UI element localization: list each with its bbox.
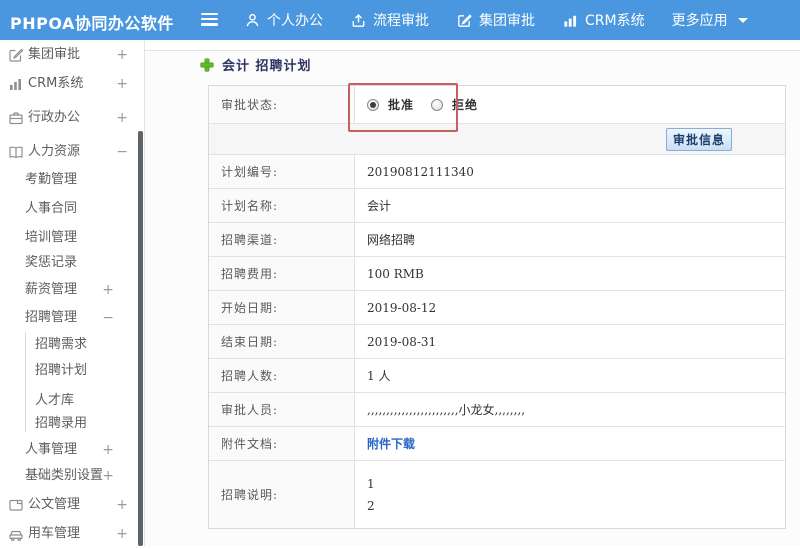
approval-radio-group: 批准 拒绝: [367, 96, 486, 113]
detail-table: 审批状态: 批准 拒绝 审批信息 计划编号: 20190812111340 计划…: [208, 85, 786, 529]
user-icon: [244, 12, 261, 29]
edit-icon: [8, 47, 24, 63]
expand-toggle[interactable]: +: [102, 280, 114, 300]
field-label: 开始日期:: [209, 291, 355, 324]
table-row: 招聘说明: 1 2: [209, 460, 785, 528]
main-content: 会计 招聘计划 审批状态: 批准 拒绝 审批信息 计划编号: 201908121…: [145, 40, 800, 546]
page-title: 会计 招聘计划: [222, 59, 312, 74]
expand-toggle[interactable]: +: [116, 495, 128, 515]
caret-down-icon: [737, 17, 748, 23]
plus-icon: [200, 57, 214, 72]
table-row: 附件文档: 附件下载: [209, 426, 785, 460]
expand-toggle[interactable]: +: [116, 74, 128, 94]
expand-toggle[interactable]: +: [102, 440, 114, 460]
sidebar-item-rewards[interactable]: 奖惩记录: [0, 253, 144, 273]
app-logo: PHPOA协同办公软件: [10, 14, 174, 33]
briefcase-icon: [8, 110, 24, 126]
field-label: 审批人员:: [209, 393, 355, 426]
field-label: 计划编号:: [209, 155, 355, 188]
page-title-row: 会计 招聘计划: [200, 55, 312, 74]
field-label: 招聘渠道:: [209, 223, 355, 256]
field-value: ,,,,,,,,,,,,,,,,,,,,,,,,小龙女,,,,,,,,: [367, 403, 526, 417]
nav-workflow-approval[interactable]: 流程审批: [350, 10, 429, 30]
flow-icon: [350, 12, 367, 29]
field-value: 100 RMB: [367, 266, 424, 281]
approval-info-button[interactable]: 审批信息: [666, 127, 732, 151]
field-label: 审批状态:: [209, 86, 355, 123]
sidebar-item-recruit-need[interactable]: 招聘需求: [0, 335, 144, 355]
radio-reject[interactable]: [431, 98, 444, 111]
table-row: 计划名称: 会计: [209, 188, 785, 222]
sidebar-item-documents[interactable]: 公文管理 +: [0, 495, 144, 515]
sidebar-item-recruit-hire[interactable]: 招聘录用: [0, 414, 144, 434]
field-value: 会计: [367, 199, 392, 213]
sidebar-item-hr-contract[interactable]: 人事合同: [0, 199, 144, 219]
sidebar-item-human-resources[interactable]: 人力资源 −: [0, 142, 144, 162]
chart-icon: [562, 12, 579, 29]
nav-group-approval[interactable]: 集团审批: [456, 10, 535, 30]
button-row: 审批信息: [209, 123, 785, 154]
sidebar-item-base-category[interactable]: 基础类别设置 +: [0, 466, 144, 486]
field-label: 招聘人数:: [209, 359, 355, 392]
table-row: 结束日期: 2019-08-31: [209, 324, 785, 358]
expand-toggle[interactable]: +: [116, 45, 128, 65]
status-row: 审批状态: 批准 拒绝: [209, 86, 785, 123]
field-label: 附件文档:: [209, 427, 355, 460]
top-nav: 个人办公 流程审批 集团审批 CRM系统 更多应用: [244, 0, 748, 40]
table-row: 招聘人数: 1 人: [209, 358, 785, 392]
attachment-download-link[interactable]: 附件下载: [367, 435, 415, 452]
sidebar-item-crm[interactable]: CRM系统 +: [0, 74, 144, 94]
expand-toggle[interactable]: +: [102, 466, 114, 486]
sidebar-item-recruit-mgmt[interactable]: 招聘管理 −: [0, 308, 144, 328]
table-row: 招聘渠道: 网络招聘: [209, 222, 785, 256]
sidebar-item-attendance[interactable]: 考勤管理: [0, 170, 144, 190]
chart-icon: [8, 76, 24, 92]
field-value: 1 2: [367, 477, 375, 513]
radio-approve[interactable]: [367, 98, 379, 111]
field-value: 2019-08-31: [367, 334, 437, 349]
field-label: 招聘说明:: [209, 461, 355, 528]
expand-toggle[interactable]: +: [116, 524, 128, 544]
top-bar: PHPOA协同办公软件 个人办公 流程审批 集团审批 CRM系统 更多应用: [0, 0, 800, 40]
field-label: 计划名称:: [209, 189, 355, 222]
table-row: 计划编号: 20190812111340: [209, 154, 785, 188]
nav-crm-system[interactable]: CRM系统: [562, 10, 645, 30]
nav-personal-office[interactable]: 个人办公: [244, 10, 323, 30]
nav-more-apps[interactable]: 更多应用: [672, 10, 748, 30]
sidebar-item-group-approval[interactable]: 集团审批 +: [0, 45, 144, 65]
sidebar-item-admin-office[interactable]: 行政办公 +: [0, 108, 144, 128]
collapse-toggle[interactable]: −: [116, 142, 128, 162]
sidebar-item-talent-pool[interactable]: 人才库: [0, 391, 144, 411]
sidebar-item-training[interactable]: 培训管理: [0, 228, 144, 248]
book-icon: [8, 144, 24, 160]
field-value: 2019-08-12: [367, 300, 437, 315]
sidebar-item-personnel[interactable]: 人事管理 +: [0, 440, 144, 460]
hamburger-menu-icon[interactable]: [201, 13, 218, 26]
table-row: 招聘费用: 100 RMB: [209, 256, 785, 290]
field-label: 招聘费用:: [209, 257, 355, 290]
sidebar-item-recruit-plan[interactable]: 招聘计划: [0, 361, 144, 381]
car-icon: [8, 526, 24, 542]
sidebar-item-vehicle[interactable]: 用车管理 +: [0, 524, 144, 544]
sidebar-item-salary[interactable]: 薪资管理 +: [0, 280, 144, 300]
table-row: 审批人员: ,,,,,,,,,,,,,,,,,,,,,,,,小龙女,,,,,,,…: [209, 392, 785, 426]
sidebar-scrollbar[interactable]: [138, 131, 143, 546]
table-row: 开始日期: 2019-08-12: [209, 290, 785, 324]
field-label: 结束日期:: [209, 325, 355, 358]
collapse-toggle[interactable]: −: [102, 308, 114, 328]
edit-icon: [456, 12, 473, 29]
sidebar: 集团审批 + CRM系统 + 行政办公 + 人力资源 − 考勤管理 人事合同 培…: [0, 40, 145, 546]
field-value: 1 人: [367, 369, 391, 383]
field-value: 网络招聘: [367, 233, 416, 247]
field-value: 20190812111340: [367, 164, 474, 179]
doc-icon: [8, 497, 24, 513]
expand-toggle[interactable]: +: [116, 108, 128, 128]
